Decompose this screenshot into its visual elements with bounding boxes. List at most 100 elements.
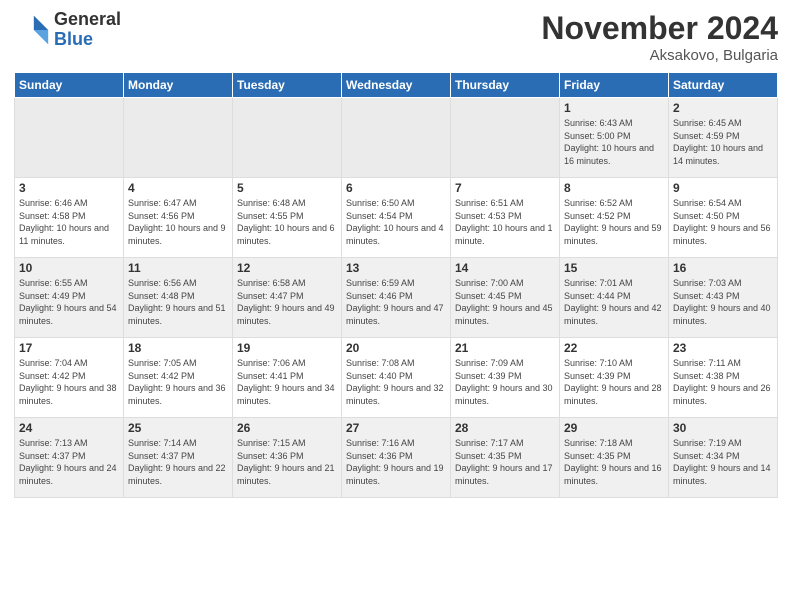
- logo-icon: [14, 12, 50, 48]
- calendar-day-cell: [233, 98, 342, 178]
- day-number: 11: [128, 261, 228, 275]
- calendar-day-cell: 20 Sunrise: 7:08 AMSunset: 4:40 PMDayligh…: [342, 338, 451, 418]
- calendar-day-cell: [124, 98, 233, 178]
- day-info: Sunrise: 7:10 AMSunset: 4:39 PMDaylight:…: [564, 357, 664, 407]
- day-info: Sunrise: 7:18 AMSunset: 4:35 PMDaylight:…: [564, 437, 664, 487]
- day-number: 1: [564, 101, 664, 115]
- day-number: 25: [128, 421, 228, 435]
- day-info: Sunrise: 6:43 AMSunset: 5:00 PMDaylight:…: [564, 117, 664, 167]
- calendar-day-cell: 23Sunrise: 7:11 AMSunset: 4:38 PMDayligh…: [669, 338, 778, 418]
- day-info: Sunrise: 6:47 AMSunset: 4:56 PMDaylight:…: [128, 197, 228, 247]
- th-saturday: Saturday: [669, 73, 778, 98]
- day-number: 5: [237, 181, 337, 195]
- calendar-week-row: 24 Sunrise: 7:13 AMSunset: 4:37 PMDayligh…: [15, 418, 778, 498]
- calendar-day-cell: 1 Sunrise: 6:43 AMSunset: 5:00 PMDaylight…: [560, 98, 669, 178]
- calendar-week-row: 3Sunrise: 6:46 AMSunset: 4:58 PMDaylight…: [15, 178, 778, 258]
- calendar-week-row: 17Sunrise: 7:04 AMSunset: 4:42 PMDayligh…: [15, 338, 778, 418]
- calendar-header-row: Sunday Monday Tuesday Wednesday Thursday…: [15, 73, 778, 98]
- day-number: 8: [564, 181, 664, 195]
- day-info: Sunrise: 6:55 AMSunset: 4:49 PMDaylight:…: [19, 277, 119, 327]
- page: General Blue November 2024 Aksakovo, Bul…: [0, 0, 792, 612]
- day-info: Sunrise: 7:14 AMSunset: 4:37 PMDaylight:…: [128, 437, 228, 487]
- calendar-day-cell: 16Sunrise: 7:03 AMSunset: 4:43 PMDayligh…: [669, 258, 778, 338]
- day-info: Sunrise: 7:15 AMSunset: 4:36 PMDaylight:…: [237, 437, 337, 487]
- day-info: Sunrise: 7:09 AMSunset: 4:39 PMDaylight:…: [455, 357, 555, 407]
- calendar-day-cell: 11 Sunrise: 6:56 AMSunset: 4:48 PMDayligh…: [124, 258, 233, 338]
- day-number: 14: [455, 261, 555, 275]
- logo-text: General Blue: [54, 10, 121, 50]
- day-info: Sunrise: 6:48 AMSunset: 4:55 PMDaylight:…: [237, 197, 337, 247]
- title-area: November 2024 Aksakovo, Bulgaria: [541, 10, 778, 64]
- calendar-day-cell: 15 Sunrise: 7:01 AMSunset: 4:44 PMDayligh…: [560, 258, 669, 338]
- day-number: 18: [128, 341, 228, 355]
- calendar-day-cell: 29 Sunrise: 7:18 AMSunset: 4:35 PMDayligh…: [560, 418, 669, 498]
- logo-blue-text: Blue: [54, 30, 121, 50]
- day-info: Sunrise: 7:19 AMSunset: 4:34 PMDaylight:…: [673, 437, 773, 487]
- calendar-table: Sunday Monday Tuesday Wednesday Thursday…: [14, 72, 778, 498]
- th-friday: Friday: [560, 73, 669, 98]
- calendar-day-cell: 2 Sunrise: 6:45 AMSunset: 4:59 PMDaylight…: [669, 98, 778, 178]
- day-number: 4: [128, 181, 228, 195]
- header: General Blue November 2024 Aksakovo, Bul…: [14, 10, 778, 64]
- day-info: Sunrise: 7:08 AMSunset: 4:40 PMDaylight:…: [346, 357, 446, 407]
- day-info: Sunrise: 6:51 AMSunset: 4:53 PMDaylight:…: [455, 197, 555, 247]
- calendar-day-cell: 28Sunrise: 7:17 AMSunset: 4:35 PMDayligh…: [451, 418, 560, 498]
- calendar-day-cell: 22 Sunrise: 7:10 AMSunset: 4:39 PMDayligh…: [560, 338, 669, 418]
- th-monday: Monday: [124, 73, 233, 98]
- day-number: 24: [19, 421, 119, 435]
- calendar-day-cell: 6 Sunrise: 6:50 AMSunset: 4:54 PMDaylight…: [342, 178, 451, 258]
- calendar-day-cell: 27Sunrise: 7:16 AMSunset: 4:36 PMDayligh…: [342, 418, 451, 498]
- day-info: Sunrise: 6:46 AMSunset: 4:58 PMDaylight:…: [19, 197, 119, 247]
- calendar-day-cell: 4 Sunrise: 6:47 AMSunset: 4:56 PMDaylight…: [124, 178, 233, 258]
- day-info: Sunrise: 6:54 AMSunset: 4:50 PMDaylight:…: [673, 197, 773, 247]
- day-info: Sunrise: 6:45 AMSunset: 4:59 PMDaylight:…: [673, 117, 773, 167]
- calendar-day-cell: [342, 98, 451, 178]
- day-number: 9: [673, 181, 773, 195]
- day-number: 21: [455, 341, 555, 355]
- calendar-day-cell: 10 Sunrise: 6:55 AMSunset: 4:49 PMDayligh…: [15, 258, 124, 338]
- day-number: 22: [564, 341, 664, 355]
- calendar-day-cell: 8 Sunrise: 6:52 AMSunset: 4:52 PMDaylight…: [560, 178, 669, 258]
- day-number: 15: [564, 261, 664, 275]
- day-info: Sunrise: 6:50 AMSunset: 4:54 PMDaylight:…: [346, 197, 446, 247]
- day-info: Sunrise: 7:13 AMSunset: 4:37 PMDaylight:…: [19, 437, 119, 487]
- logo: General Blue: [14, 10, 121, 50]
- calendar-day-cell: 24 Sunrise: 7:13 AMSunset: 4:37 PMDayligh…: [15, 418, 124, 498]
- th-wednesday: Wednesday: [342, 73, 451, 98]
- calendar-day-cell: 25 Sunrise: 7:14 AMSunset: 4:37 PMDayligh…: [124, 418, 233, 498]
- day-info: Sunrise: 7:16 AMSunset: 4:36 PMDaylight:…: [346, 437, 446, 487]
- calendar-day-cell: 7 Sunrise: 6:51 AMSunset: 4:53 PMDaylight…: [451, 178, 560, 258]
- calendar-day-cell: [451, 98, 560, 178]
- calendar-week-row: 10 Sunrise: 6:55 AMSunset: 4:49 PMDayligh…: [15, 258, 778, 338]
- calendar-day-cell: 9 Sunrise: 6:54 AMSunset: 4:50 PMDaylight…: [669, 178, 778, 258]
- day-number: 10: [19, 261, 119, 275]
- logo-general-text: General: [54, 10, 121, 30]
- day-number: 29: [564, 421, 664, 435]
- calendar-day-cell: 13Sunrise: 6:59 AMSunset: 4:46 PMDayligh…: [342, 258, 451, 338]
- calendar-day-cell: 21 Sunrise: 7:09 AMSunset: 4:39 PMDayligh…: [451, 338, 560, 418]
- th-tuesday: Tuesday: [233, 73, 342, 98]
- day-number: 6: [346, 181, 446, 195]
- calendar-day-cell: 18Sunrise: 7:05 AMSunset: 4:42 PMDayligh…: [124, 338, 233, 418]
- calendar-day-cell: 12Sunrise: 6:58 AMSunset: 4:47 PMDayligh…: [233, 258, 342, 338]
- calendar-week-row: 1 Sunrise: 6:43 AMSunset: 5:00 PMDaylight…: [15, 98, 778, 178]
- calendar-day-cell: 3Sunrise: 6:46 AMSunset: 4:58 PMDaylight…: [15, 178, 124, 258]
- month-title: November 2024: [541, 10, 778, 47]
- day-info: Sunrise: 7:03 AMSunset: 4:43 PMDaylight:…: [673, 277, 773, 327]
- day-number: 7: [455, 181, 555, 195]
- day-info: Sunrise: 7:11 AMSunset: 4:38 PMDaylight:…: [673, 357, 773, 407]
- day-number: 20: [346, 341, 446, 355]
- calendar-day-cell: 14 Sunrise: 7:00 AMSunset: 4:45 PMDayligh…: [451, 258, 560, 338]
- day-number: 30: [673, 421, 773, 435]
- th-thursday: Thursday: [451, 73, 560, 98]
- calendar-day-cell: 19Sunrise: 7:06 AMSunset: 4:41 PMDayligh…: [233, 338, 342, 418]
- day-number: 19: [237, 341, 337, 355]
- day-number: 2: [673, 101, 773, 115]
- day-info: Sunrise: 7:00 AMSunset: 4:45 PMDaylight:…: [455, 277, 555, 327]
- calendar-day-cell: 26Sunrise: 7:15 AMSunset: 4:36 PMDayligh…: [233, 418, 342, 498]
- day-info: Sunrise: 6:52 AMSunset: 4:52 PMDaylight:…: [564, 197, 664, 247]
- calendar-day-cell: 17Sunrise: 7:04 AMSunset: 4:42 PMDayligh…: [15, 338, 124, 418]
- day-info: Sunrise: 7:01 AMSunset: 4:44 PMDaylight:…: [564, 277, 664, 327]
- calendar-day-cell: 30 Sunrise: 7:19 AMSunset: 4:34 PMDayligh…: [669, 418, 778, 498]
- day-info: Sunrise: 6:56 AMSunset: 4:48 PMDaylight:…: [128, 277, 228, 327]
